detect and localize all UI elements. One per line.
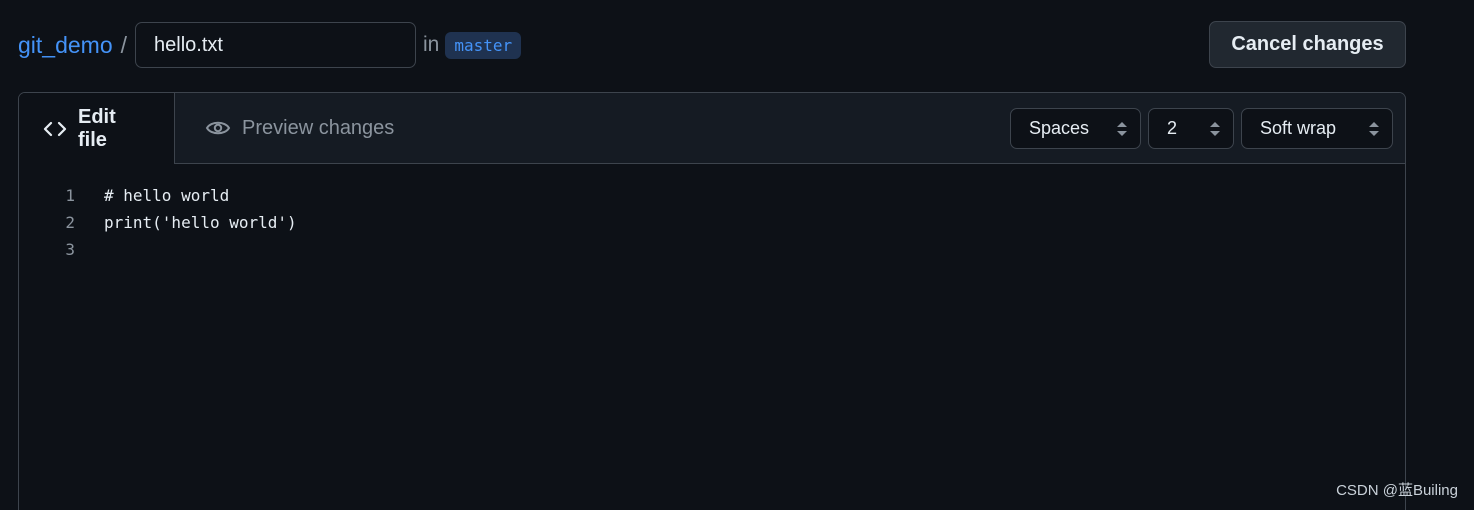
editor-controls: Spaces 2 Soft wrap — [1010, 108, 1393, 149]
chevron-up-down-icon — [1368, 120, 1380, 138]
code-line[interactable]: 1 # hello world — [19, 182, 1405, 209]
indent-mode-value: Spaces — [1029, 118, 1090, 138]
code-icon — [43, 119, 67, 139]
wrap-mode-select[interactable]: Soft wrap — [1241, 108, 1393, 149]
in-label: in — [423, 33, 440, 56]
cancel-changes-button[interactable]: Cancel changes — [1209, 21, 1406, 68]
path-separator: / — [120, 31, 128, 58]
tab-preview-changes-label: Preview changes — [242, 116, 395, 139]
code-line[interactable]: 2 print('hello world') — [19, 209, 1405, 236]
indent-size-value: 2 — [1167, 118, 1178, 138]
wrap-mode-value: Soft wrap — [1260, 118, 1337, 138]
eye-icon — [205, 118, 231, 138]
line-number: 1 — [65, 186, 75, 205]
tab-edit-file-label: Edit file — [78, 105, 116, 151]
filename-input[interactable] — [135, 22, 417, 68]
line-text: print('hello world') — [104, 213, 297, 232]
page: git_demo / in master Cancel changes Edit… — [0, 0, 1474, 510]
watermark: CSDN @蓝Builing — [1336, 482, 1458, 499]
branch-badge: master — [445, 31, 522, 59]
chevron-up-down-icon — [1116, 120, 1128, 138]
line-number: 2 — [65, 213, 75, 232]
editor-tab-bar: Edit file Preview changes Spaces 2 Soft … — [19, 93, 1405, 164]
code-editor[interactable]: 1 # hello world 2 print('hello world') 3 — [19, 164, 1405, 263]
line-text: # hello world — [104, 186, 230, 205]
line-number: 3 — [65, 240, 75, 259]
tab-preview-changes[interactable]: Preview changes — [175, 93, 418, 163]
chevron-up-down-icon — [1209, 120, 1221, 138]
top-bar: git_demo / in master Cancel changes — [18, 21, 1406, 69]
code-line[interactable]: 3 — [19, 236, 1405, 263]
indent-mode-select[interactable]: Spaces — [1010, 108, 1141, 149]
tab-edit-file[interactable]: Edit file — [19, 93, 175, 164]
editor-panel: Edit file Preview changes Spaces 2 Soft … — [18, 92, 1406, 510]
indent-size-select[interactable]: 2 — [1148, 108, 1234, 149]
repo-link[interactable]: git_demo — [18, 32, 113, 59]
